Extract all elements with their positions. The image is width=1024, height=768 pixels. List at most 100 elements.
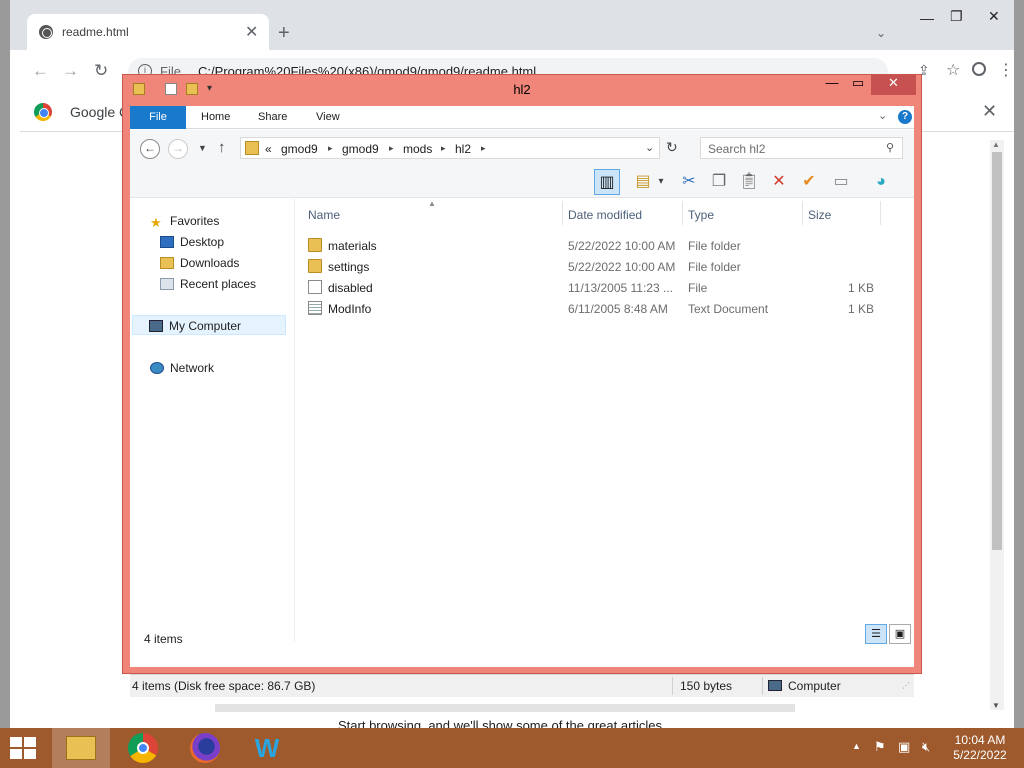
scroll-thumb[interactable]: [992, 152, 1002, 550]
forward-button[interactable]: →: [168, 139, 188, 159]
menu-dots-icon[interactable]: ⋮: [998, 60, 1014, 80]
breadcrumb-chevron-icon[interactable]: ▸: [481, 143, 486, 154]
status-divider: [672, 677, 673, 695]
chrome-horizontal-scrollbar[interactable]: [215, 704, 795, 712]
profile-icon[interactable]: [972, 62, 986, 76]
action-center-flag-icon[interactable]: ⚑: [874, 739, 886, 755]
help-icon[interactable]: ?: [898, 110, 912, 124]
checkmark-icon[interactable]: ✔: [796, 169, 822, 195]
cut-icon[interactable]: ✂: [676, 169, 702, 195]
file-row-modinfo[interactable]: ModInfo 6/11/2005 8:48 AM Text Document …: [300, 299, 900, 320]
file-type: File folder: [688, 239, 741, 253]
chrome-vertical-scrollbar[interactable]: ▲ ▼: [990, 140, 1004, 710]
restore-icon[interactable]: ❐: [950, 8, 963, 25]
back-button[interactable]: ←: [140, 139, 160, 159]
nav-network[interactable]: Network: [150, 358, 214, 378]
details-view-icon[interactable]: ☰: [865, 624, 887, 644]
tab-view[interactable]: View: [316, 106, 340, 129]
status-selection-size: 150 bytes: [680, 679, 733, 693]
volume-muted-icon[interactable]: 🔇︎: [922, 739, 930, 755]
ribbon-expand-icon[interactable]: ⌄: [878, 109, 887, 122]
file-row-settings[interactable]: settings 5/22/2022 10:00 AM File folder: [300, 257, 900, 278]
start-button[interactable]: [8, 736, 38, 760]
breadcrumb-overflow[interactable]: «: [265, 142, 272, 156]
file-row-disabled[interactable]: disabled 11/13/2005 11:23 ... File 1 KB: [300, 278, 900, 299]
refresh-icon[interactable]: ↻: [666, 139, 678, 156]
nav-network-label: Network: [170, 361, 215, 375]
recent-places-icon: [160, 278, 174, 290]
tab-home[interactable]: Home: [201, 106, 230, 129]
column-divider[interactable]: [880, 201, 881, 225]
column-date-modified[interactable]: Date modified: [568, 208, 642, 222]
tab-share[interactable]: Share: [258, 106, 287, 129]
column-divider[interactable]: [682, 201, 683, 225]
maximize-button[interactable]: ▭: [847, 75, 869, 95]
file-row-materials[interactable]: materials 5/22/2022 10:00 AM File folder: [300, 236, 900, 257]
clock[interactable]: 10:04 AM 5/22/2022: [940, 733, 1020, 763]
breadcrumb-hl2[interactable]: hl2: [455, 142, 471, 156]
search-icon[interactable]: ⚲: [886, 141, 894, 154]
breadcrumb-mods[interactable]: mods: [403, 142, 432, 156]
preview-pane-icon[interactable]: ▥: [594, 169, 620, 195]
breadcrumb-chevron-icon[interactable]: ▸: [441, 143, 446, 154]
taskbar-chrome[interactable]: [114, 728, 172, 768]
nav-downloads[interactable]: Downloads: [160, 253, 239, 273]
address-dropdown-icon[interactable]: ⌄: [645, 141, 654, 154]
globe-icon[interactable]: ◕: [868, 169, 894, 195]
infobar-close-icon[interactable]: ✕: [982, 101, 997, 122]
breadcrumb-chevron-icon[interactable]: ▸: [328, 143, 333, 154]
taskbar-app[interactable]: W: [238, 728, 296, 768]
recent-locations-icon[interactable]: ▼: [198, 143, 207, 153]
nav-my-computer[interactable]: My Computer: [132, 315, 286, 335]
chrome-tab-readme[interactable]: readme.html ✕: [27, 14, 269, 50]
scroll-up-icon[interactable]: ▲: [992, 140, 1000, 149]
up-arrow-icon[interactable]: ↑: [218, 139, 226, 156]
column-size[interactable]: Size: [808, 208, 831, 222]
column-name[interactable]: Name: [308, 208, 340, 222]
large-icons-view-icon[interactable]: ▣: [889, 624, 911, 644]
search-box[interactable]: Search hl2 ⚲: [700, 137, 903, 159]
explorer-window: ▾ hl2 — ▭ ✕ File Home Share View ⌄ ? ← →…: [122, 74, 922, 697]
infobar-text: Google C: [70, 104, 130, 120]
address-bar[interactable]: « gmod9 ▸ gmod9 ▸ mods ▸ hl2 ▸ ⌄: [240, 137, 660, 159]
breadcrumb-gmod9[interactable]: gmod9: [281, 142, 318, 156]
options-dropdown-icon[interactable]: ▾: [654, 169, 668, 195]
folder-options-icon[interactable]: ▤: [630, 169, 656, 195]
taskbar-file-explorer[interactable]: [52, 728, 110, 768]
scroll-down-icon[interactable]: ▼: [992, 701, 1000, 710]
nav-desktop[interactable]: Desktop: [160, 232, 224, 252]
nav-recent-places[interactable]: Recent places: [160, 274, 256, 294]
column-divider[interactable]: [802, 201, 803, 225]
navigation-pane: ★ Favorites Desktop Downloads Recent plac…: [130, 199, 295, 642]
column-type[interactable]: Type: [688, 208, 714, 222]
nav-favorites[interactable]: ★ Favorites: [150, 211, 219, 231]
star-icon: ★: [150, 215, 162, 230]
computer-icon: [149, 320, 163, 332]
network-status-icon[interactable]: ▣: [898, 739, 910, 755]
reload-icon[interactable]: ↻: [94, 61, 108, 81]
forward-arrow-icon[interactable]: →: [62, 61, 79, 81]
back-arrow-icon[interactable]: ←: [32, 61, 49, 81]
app-w-icon: W: [254, 733, 280, 763]
close-icon[interactable]: ✕: [988, 8, 1000, 25]
column-divider[interactable]: [562, 201, 563, 225]
minimize-icon[interactable]: —: [920, 10, 934, 26]
star-icon[interactable]: ☆: [946, 60, 960, 80]
tab-file[interactable]: File: [130, 106, 186, 129]
rename-icon[interactable]: ▭: [828, 169, 854, 195]
resize-grip-icon[interactable]: ⋰: [902, 681, 910, 690]
windows-logo-icon: [24, 737, 36, 747]
close-button[interactable]: ✕: [871, 75, 916, 95]
paste-icon[interactable]: 📋︎: [736, 169, 762, 195]
taskbar-firefox[interactable]: [176, 728, 234, 768]
tab-close-icon[interactable]: ✕: [245, 22, 258, 42]
explorer-titlebar[interactable]: ▾ hl2 — ▭ ✕: [123, 75, 921, 105]
show-hidden-icons-icon[interactable]: ▲: [852, 741, 861, 751]
delete-icon[interactable]: ✕: [766, 169, 792, 195]
breadcrumb-chevron-icon[interactable]: ▸: [389, 143, 394, 154]
copy-icon[interactable]: ❐: [706, 169, 732, 195]
breadcrumb-gmod9[interactable]: gmod9: [342, 142, 379, 156]
tab-search-chevron-icon[interactable]: ⌄: [876, 26, 886, 40]
new-tab-button[interactable]: +: [278, 23, 290, 43]
minimize-button[interactable]: —: [821, 75, 843, 95]
